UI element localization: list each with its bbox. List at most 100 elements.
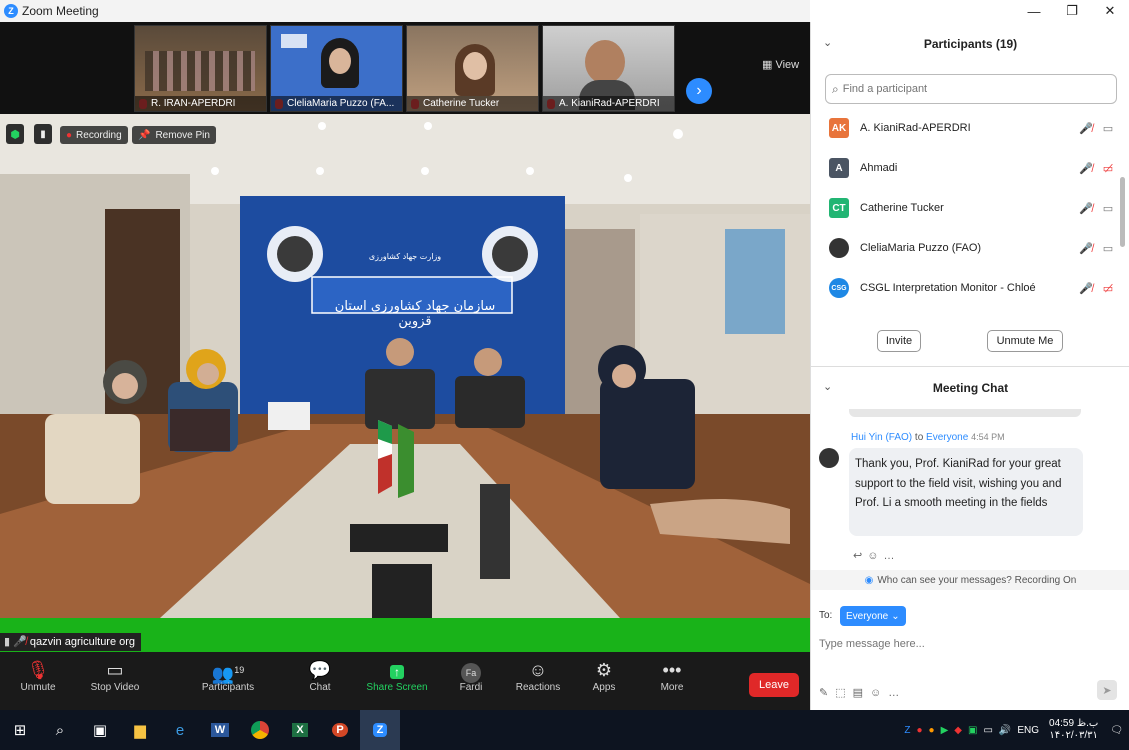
recording-indicator[interactable]: ● Recording bbox=[60, 126, 128, 144]
mic-off-icon[interactable]: 🎤̸ bbox=[1075, 162, 1097, 175]
participant-thumbnail[interactable]: R. IRAN-APERDRI bbox=[134, 25, 267, 112]
window-titlebar: Z Zoom Meeting bbox=[0, 0, 810, 22]
video-camera-icon[interactable]: ▭ bbox=[1097, 202, 1119, 215]
clock[interactable]: 04:59 ب.ظ ۱۴۰۲/۰۳/۳۱ bbox=[1049, 718, 1098, 742]
edge-browser-icon[interactable]: e bbox=[160, 710, 200, 750]
participant-row[interactable]: AK A. KianiRad-APERDRI 🎤̸ ▭ bbox=[829, 113, 1119, 143]
mic-off-icon[interactable]: 🎤̸ bbox=[1075, 202, 1097, 215]
windows-start-icon[interactable]: ⊞ bbox=[0, 710, 40, 750]
volume-icon[interactable]: 🔊 bbox=[999, 725, 1011, 736]
fardi-label: Fardi bbox=[459, 682, 483, 693]
participant-thumbnail[interactable]: A. KianiRad-APERDRI bbox=[542, 25, 675, 112]
video-camera-icon[interactable]: ▭ bbox=[1097, 242, 1119, 255]
leave-button[interactable]: Leave bbox=[749, 673, 799, 697]
network-icon[interactable]: ▭ bbox=[983, 725, 992, 736]
chat-input[interactable] bbox=[819, 634, 1119, 654]
more-button[interactable]: ••• More bbox=[637, 658, 707, 693]
participant-thumbnail[interactable]: Catherine Tucker bbox=[406, 25, 539, 112]
excel-icon[interactable]: X bbox=[280, 710, 320, 750]
word-icon[interactable]: W bbox=[200, 710, 240, 750]
more-icon[interactable]: … bbox=[888, 687, 906, 699]
language-indicator[interactable]: ENG bbox=[1017, 725, 1039, 736]
powerpoint-icon[interactable]: P bbox=[320, 710, 360, 750]
thumbnail-name: R. IRAN-APERDRI bbox=[135, 96, 266, 111]
chevron-right-icon: › bbox=[696, 82, 702, 99]
avatar: AK bbox=[829, 118, 849, 138]
zoom-taskbar-icon[interactable]: Z bbox=[360, 710, 400, 750]
minimize-icon[interactable]: — bbox=[1015, 0, 1053, 22]
send-button[interactable]: ➤ bbox=[1097, 680, 1117, 700]
share-screen-button[interactable]: ↑ Share Screen bbox=[362, 658, 432, 693]
people-icon: ◉ bbox=[864, 574, 874, 586]
emoji-icon[interactable]: ☺ bbox=[870, 687, 888, 699]
chat-button[interactable]: 💬 Chat bbox=[285, 658, 355, 693]
participant-thumbnail[interactable]: CleliaMaria Puzzo (FA... bbox=[270, 25, 403, 112]
recording-label: Recording bbox=[76, 129, 122, 141]
participant-row[interactable]: CleliaMaria Puzzo (FAO) 🎤̸ ▭ bbox=[829, 233, 1119, 263]
main-video: ⬢ ▮ ● Recording 📌 Remove Pin سازمان جهاد… bbox=[0, 114, 810, 618]
chat-message-bubble: Thank you, Prof. KianiRad for your great… bbox=[849, 448, 1083, 536]
recipient-value: Everyone bbox=[846, 610, 889, 622]
clock-period: ب.ظ bbox=[1076, 718, 1099, 729]
participant-row[interactable]: CSG CSGL Interpretation Monitor - Chloé … bbox=[829, 273, 1119, 303]
caption-icon[interactable]: ▮ bbox=[34, 124, 52, 144]
maximize-icon[interactable]: ❐ bbox=[1053, 0, 1091, 22]
unmute-button[interactable]: 🎙 Unmute bbox=[3, 658, 73, 693]
banner-subtext: وزارت جهاد کشاورزی bbox=[368, 252, 442, 261]
active-speaker-bar: ▮ 🎤̸ qazvin agriculture org bbox=[0, 618, 810, 652]
close-icon[interactable]: ✕ bbox=[1091, 0, 1129, 22]
next-page-button[interactable]: › bbox=[686, 78, 712, 104]
video-off-icon[interactable]: ▭̸ bbox=[1097, 162, 1119, 175]
format-icon[interactable]: ✎ bbox=[819, 687, 835, 699]
video-camera-icon[interactable]: ▭ bbox=[1097, 122, 1119, 135]
fardi-avatar-icon: Fa bbox=[436, 658, 506, 683]
play-icon[interactable]: ▶ bbox=[941, 725, 949, 736]
app-tray-icon[interactable]: ◆ bbox=[954, 725, 962, 736]
zoom-tray-icon[interactable]: Z bbox=[904, 725, 910, 736]
search-icon[interactable]: ⌕ bbox=[40, 710, 80, 750]
chat-privacy-notice[interactable]: ◉ Who can see your messages? Recording On bbox=[811, 570, 1129, 590]
smiley-icon: ☺ bbox=[528, 660, 548, 680]
reactions-button[interactable]: ☺ Reactions bbox=[503, 658, 573, 693]
recipient-dropdown[interactable]: Everyone ⌄ bbox=[840, 606, 906, 626]
participant-row[interactable]: CT Catherine Tucker 🎤̸ ▭ bbox=[829, 193, 1119, 223]
stop-video-button[interactable]: ▭ Stop Video bbox=[80, 658, 150, 693]
app-tray-icon[interactable]: ● bbox=[917, 725, 923, 736]
invite-button[interactable]: Invite bbox=[877, 330, 921, 352]
notification-icon[interactable]: 🗨 bbox=[1110, 725, 1123, 736]
participant-name: A. KianiRad-APERDRI bbox=[860, 122, 971, 134]
chat-title: Meeting Chat bbox=[932, 381, 1009, 395]
apps-button[interactable]: ⚙ Apps bbox=[569, 658, 639, 693]
participants-button[interactable]: 👥19 Participants bbox=[193, 658, 263, 693]
app-tray-icon[interactable]: ● bbox=[929, 725, 935, 736]
participant-search[interactable]: ⌕ bbox=[825, 74, 1117, 104]
reply-icon[interactable]: ↩ bbox=[853, 550, 867, 562]
view-button[interactable]: ▦ View bbox=[762, 58, 799, 71]
task-view-icon[interactable]: ▣ bbox=[80, 710, 120, 750]
mic-off-icon[interactable]: 🎤̸ bbox=[1075, 282, 1097, 295]
chrome-icon[interactable] bbox=[240, 710, 280, 750]
emoji-icon[interactable]: ☺ bbox=[867, 550, 883, 562]
participants-scrollbar[interactable] bbox=[1120, 177, 1125, 247]
system-tray: Z ● ● ▶ ◆ ▣ ▭ 🔊 ENG 04:59 ب.ظ ۱۴۰۲/۰۳/۳۱… bbox=[904, 718, 1129, 742]
remove-pin-button[interactable]: 📌 Remove Pin bbox=[132, 126, 216, 144]
participant-search-input[interactable] bbox=[842, 83, 1093, 95]
chat-sender[interactable]: Hui Yin (FAO) bbox=[851, 432, 912, 443]
mic-off-icon[interactable]: 🎤̸ bbox=[1075, 242, 1097, 255]
file-icon[interactable]: ▤ bbox=[853, 687, 870, 699]
mic-off-icon[interactable]: 🎤̸ bbox=[1075, 122, 1097, 135]
participants-count: 19 bbox=[234, 665, 245, 675]
video-off-icon[interactable]: ▭̸ bbox=[1097, 282, 1119, 295]
participant-row[interactable]: A Ahmadi 🎤̸ ▭̸ bbox=[829, 153, 1119, 183]
shield-icon[interactable]: ⬢ bbox=[6, 124, 24, 144]
unmute-me-button[interactable]: Unmute Me bbox=[987, 330, 1063, 352]
file-explorer-icon[interactable]: ▆ bbox=[120, 710, 160, 750]
fardi-button[interactable]: Fa Fardi bbox=[436, 658, 506, 693]
chat-icon: 💬 bbox=[308, 660, 332, 680]
muted-mic-icon: 🎤̸ bbox=[13, 636, 30, 648]
window-controls: — ❐ ✕ bbox=[810, 0, 1129, 22]
screenshot-icon[interactable]: ⬚ bbox=[835, 687, 852, 699]
app-tray-icon[interactable]: ▣ bbox=[968, 725, 977, 736]
more-icon[interactable]: … bbox=[883, 550, 899, 562]
message-actions[interactable]: ↩☺… bbox=[853, 549, 899, 562]
